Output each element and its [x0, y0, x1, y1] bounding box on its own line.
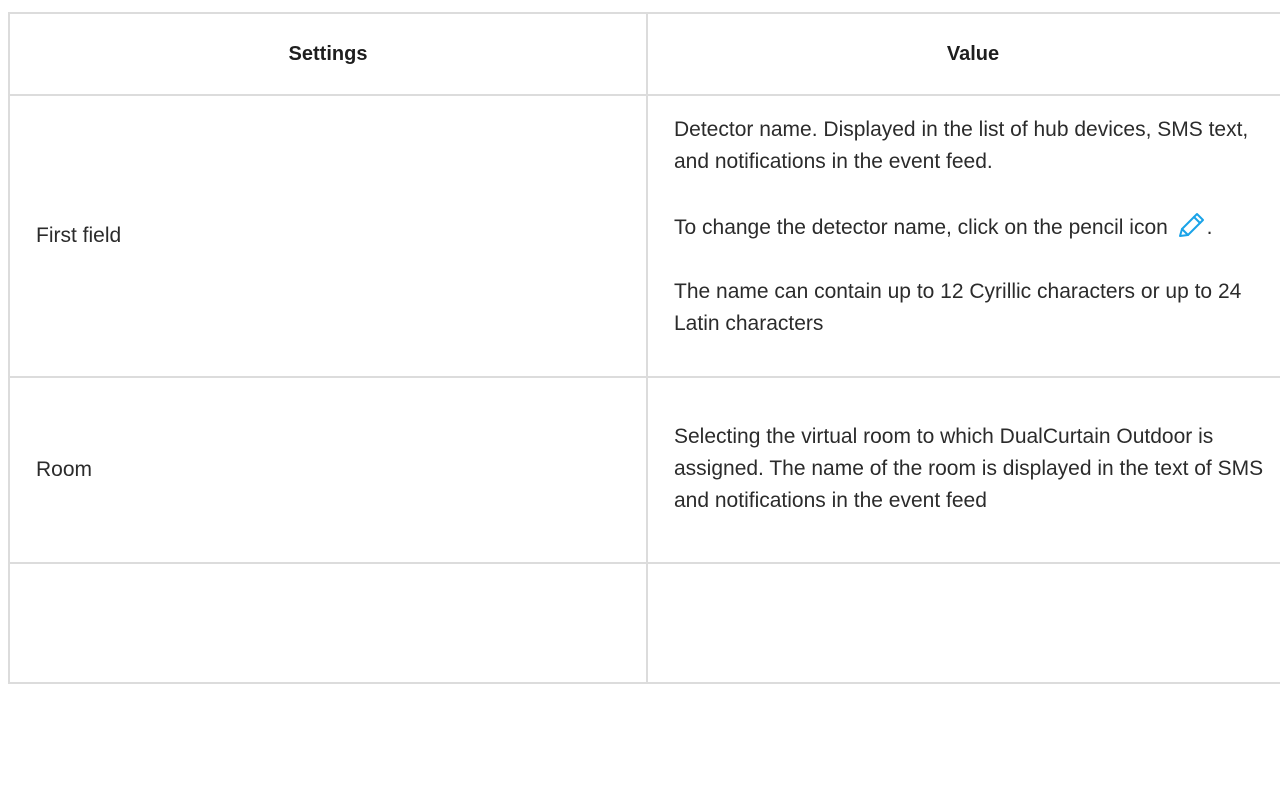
setting-value-first-field: Detector name. Displayed in the list of … — [646, 94, 1280, 378]
table-row: First field Detector name. Displayed in … — [8, 94, 1280, 378]
header-settings: Settings — [8, 12, 648, 96]
value-paragraph: Detector name. Displayed in the list of … — [674, 118, 1249, 173]
table-header-row: Settings Value — [8, 12, 1280, 96]
pencil-icon — [1177, 210, 1207, 238]
setting-value-room: Selecting the virtual room to which Dual… — [646, 376, 1280, 564]
setting-name-empty — [8, 562, 648, 684]
value-paragraph-text: To change the detector name, click on th… — [674, 216, 1168, 239]
setting-name-first-field: First field — [8, 94, 648, 378]
header-value: Value — [646, 12, 1280, 96]
value-period: . — [1206, 216, 1213, 239]
settings-table-container: Settings Value First field Detector name… — [8, 12, 1280, 684]
settings-table: Settings Value First field Detector name… — [8, 12, 1280, 684]
setting-value-empty — [646, 562, 1280, 684]
table-row: Room Selecting the virtual room to which… — [8, 376, 1280, 564]
table-row — [8, 562, 1280, 684]
value-paragraph-with-icon: To change the detector name, click on th… — [674, 210, 1270, 244]
setting-name-room: Room — [8, 376, 648, 564]
value-paragraph: The name can contain up to 12 Cyrillic c… — [674, 280, 1242, 335]
